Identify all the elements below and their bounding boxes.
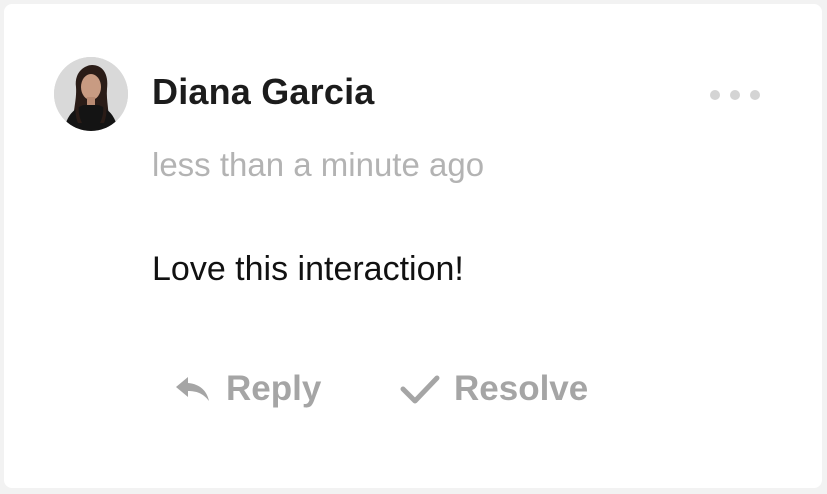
more-options-button[interactable] (710, 84, 760, 106)
more-horizontal-icon (710, 90, 720, 100)
checkmark-icon (400, 374, 440, 404)
reply-button[interactable]: Reply (174, 366, 321, 412)
comment-body: Love this interaction! (152, 250, 464, 288)
more-horizontal-icon (730, 90, 740, 100)
avatar[interactable] (54, 57, 128, 131)
more-horizontal-icon (750, 90, 760, 100)
comment-timestamp: less than a minute ago (152, 146, 485, 183)
resolve-label: Resolve (454, 369, 589, 408)
author-name: Diana Garcia (152, 71, 375, 112)
avatar-image (54, 57, 128, 131)
reply-label: Reply (226, 369, 322, 408)
comment-card: Diana Garcia less than a minute ago Love… (4, 4, 822, 488)
reply-arrow-icon (174, 374, 212, 404)
resolve-button[interactable]: Resolve (400, 366, 588, 412)
